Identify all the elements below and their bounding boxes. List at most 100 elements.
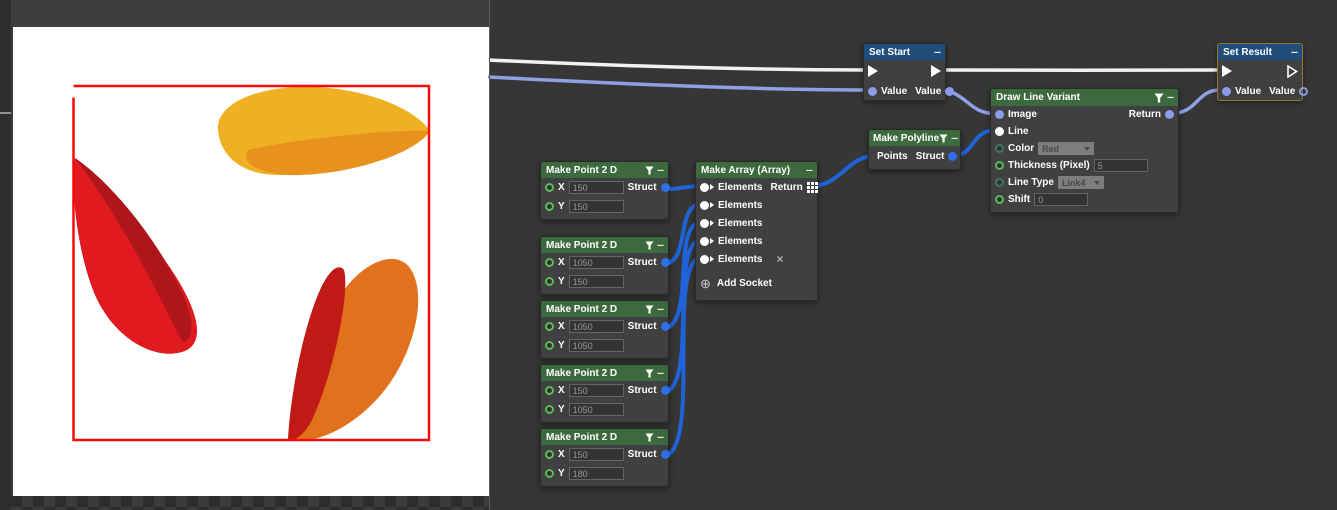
chevron-down-icon [1094,181,1100,185]
node-header[interactable]: Make Polyline --- [869,130,960,146]
struct-label: Struct [916,151,945,162]
value-input-label: Value [1235,86,1261,97]
elements-input-socket[interactable] [700,219,709,228]
node-make-point-5[interactable]: Make Point 2 D --- X Struct Y [540,428,669,487]
node-header[interactable]: Make Point 2 D --- [541,429,668,445]
shift-input-socket[interactable] [995,195,1004,204]
node-header[interactable]: Make Point 2 D --- [541,365,668,381]
y-input-socket[interactable] [545,469,554,478]
elements-label: Elements [718,218,762,229]
node-menu-icon[interactable]: --- [1167,93,1173,102]
elements-input-socket[interactable] [700,237,709,246]
struct-output-socket[interactable] [661,386,670,395]
flow-input-socket[interactable] [1222,65,1232,77]
node-header[interactable]: Set Result --- [1218,44,1302,60]
struct-output-socket[interactable] [661,183,670,192]
thickness-label: Thickness (Pixel) [1008,160,1090,171]
x-input-socket[interactable] [545,322,554,331]
node-header[interactable]: Set Start --- [864,44,945,60]
node-header[interactable]: Make Point 2 D --- [541,237,668,253]
y-input-socket[interactable] [545,405,554,414]
x-value-field[interactable] [569,448,624,461]
x-input-socket[interactable] [545,386,554,395]
flow-output-socket[interactable] [1287,65,1298,78]
socket-arrow-icon [710,220,714,226]
node-make-point-3[interactable]: Make Point 2 D --- X Struct Y [540,300,669,359]
struct-output-socket[interactable] [948,152,957,161]
line-type-input-socket[interactable] [995,178,1004,187]
node-header[interactable]: Make Array (Array) --- [696,162,817,178]
x-value-field[interactable] [569,320,624,333]
node-header[interactable]: Make Point 2 D --- [541,162,668,178]
flow-input-socket[interactable] [868,65,878,77]
wire-array-polyline[interactable] [812,156,874,186]
struct-output-socket[interactable] [661,322,670,331]
value-input-socket[interactable] [1222,87,1231,96]
node-make-point-4[interactable]: Make Point 2 D --- X Struct Y [540,364,669,423]
return-output-socket[interactable] [1165,110,1174,119]
node-menu-icon[interactable]: --- [657,166,663,175]
node-menu-icon[interactable]: --- [657,433,663,442]
y-value-field[interactable] [569,200,624,213]
value-input-socket[interactable] [868,87,877,96]
node-menu-icon[interactable]: --- [951,134,957,143]
node-menu-icon[interactable]: --- [657,305,663,314]
y-input-socket[interactable] [545,202,554,211]
y-input-socket[interactable] [545,277,554,286]
node-set-result[interactable]: Set Result --- Value Value [1217,43,1303,101]
x-input-socket[interactable] [545,258,554,267]
thickness-input-socket[interactable] [995,161,1004,170]
return-array-output-socket[interactable] [807,182,818,193]
x-value-field[interactable] [569,181,624,194]
struct-output-socket[interactable] [661,258,670,267]
y-value-field[interactable] [569,403,624,416]
x-value-field[interactable] [569,384,624,397]
x-value-field[interactable] [569,256,624,269]
color-dropdown[interactable]: Red [1038,142,1094,155]
value-output-socket[interactable] [945,87,954,96]
elements-label: Elements [718,200,762,211]
value-output-socket[interactable] [1299,87,1308,96]
elements-label: Elements [718,254,762,265]
add-socket-button[interactable]: ⊕ Add Socket [696,274,817,292]
y-value-field[interactable] [569,339,624,352]
node-header[interactable]: Make Point 2 D --- [541,301,668,317]
elements-input-socket[interactable] [700,183,709,192]
line-type-value: Link4 [1062,178,1090,188]
node-make-array[interactable]: Make Array (Array) --- Elements Return E… [695,161,818,301]
elements-input-socket[interactable] [700,201,709,210]
thickness-field[interactable] [1094,159,1148,172]
struct-output-socket[interactable] [661,450,670,459]
wire-value-in[interactable] [488,77,866,90]
elements-input-socket[interactable] [700,255,709,264]
struct-label: Struct [628,385,657,396]
panel-divider[interactable] [489,0,490,510]
line-type-dropdown[interactable]: Link4 [1058,176,1104,189]
color-input-socket[interactable] [995,144,1004,153]
node-menu-icon[interactable]: --- [1291,48,1297,57]
struct-label: Struct [628,449,657,460]
y-value-field[interactable] [569,467,624,480]
delete-socket-icon[interactable]: × [776,252,783,266]
node-header[interactable]: Draw Line Variant --- [991,89,1178,106]
node-menu-icon[interactable]: --- [806,166,812,175]
y-value-field[interactable] [569,275,624,288]
node-menu-icon[interactable]: --- [657,241,663,250]
line-input-socket[interactable] [995,127,1004,136]
node-menu-icon[interactable]: --- [934,48,940,57]
node-set-start[interactable]: Set Start --- Value Value [863,43,946,101]
x-input-socket[interactable] [545,450,554,459]
flask-icon [645,433,654,442]
node-make-point-1[interactable]: Make Point 2 D --- X Struct Y [540,161,669,220]
image-input-socket[interactable] [995,110,1004,119]
y-label: Y [558,340,565,351]
shift-field[interactable] [1034,193,1088,206]
y-input-socket[interactable] [545,341,554,350]
node-make-polyline[interactable]: Make Polyline --- Points Struct [868,129,961,170]
x-input-socket[interactable] [545,183,554,192]
flow-output-socket[interactable] [931,65,941,77]
node-draw-line-variant[interactable]: Draw Line Variant --- Image Return Line … [990,88,1179,213]
wire-flow-in[interactable] [488,60,866,70]
node-make-point-2[interactable]: Make Point 2 D --- X Struct Y [540,236,669,295]
node-menu-icon[interactable]: --- [657,369,663,378]
